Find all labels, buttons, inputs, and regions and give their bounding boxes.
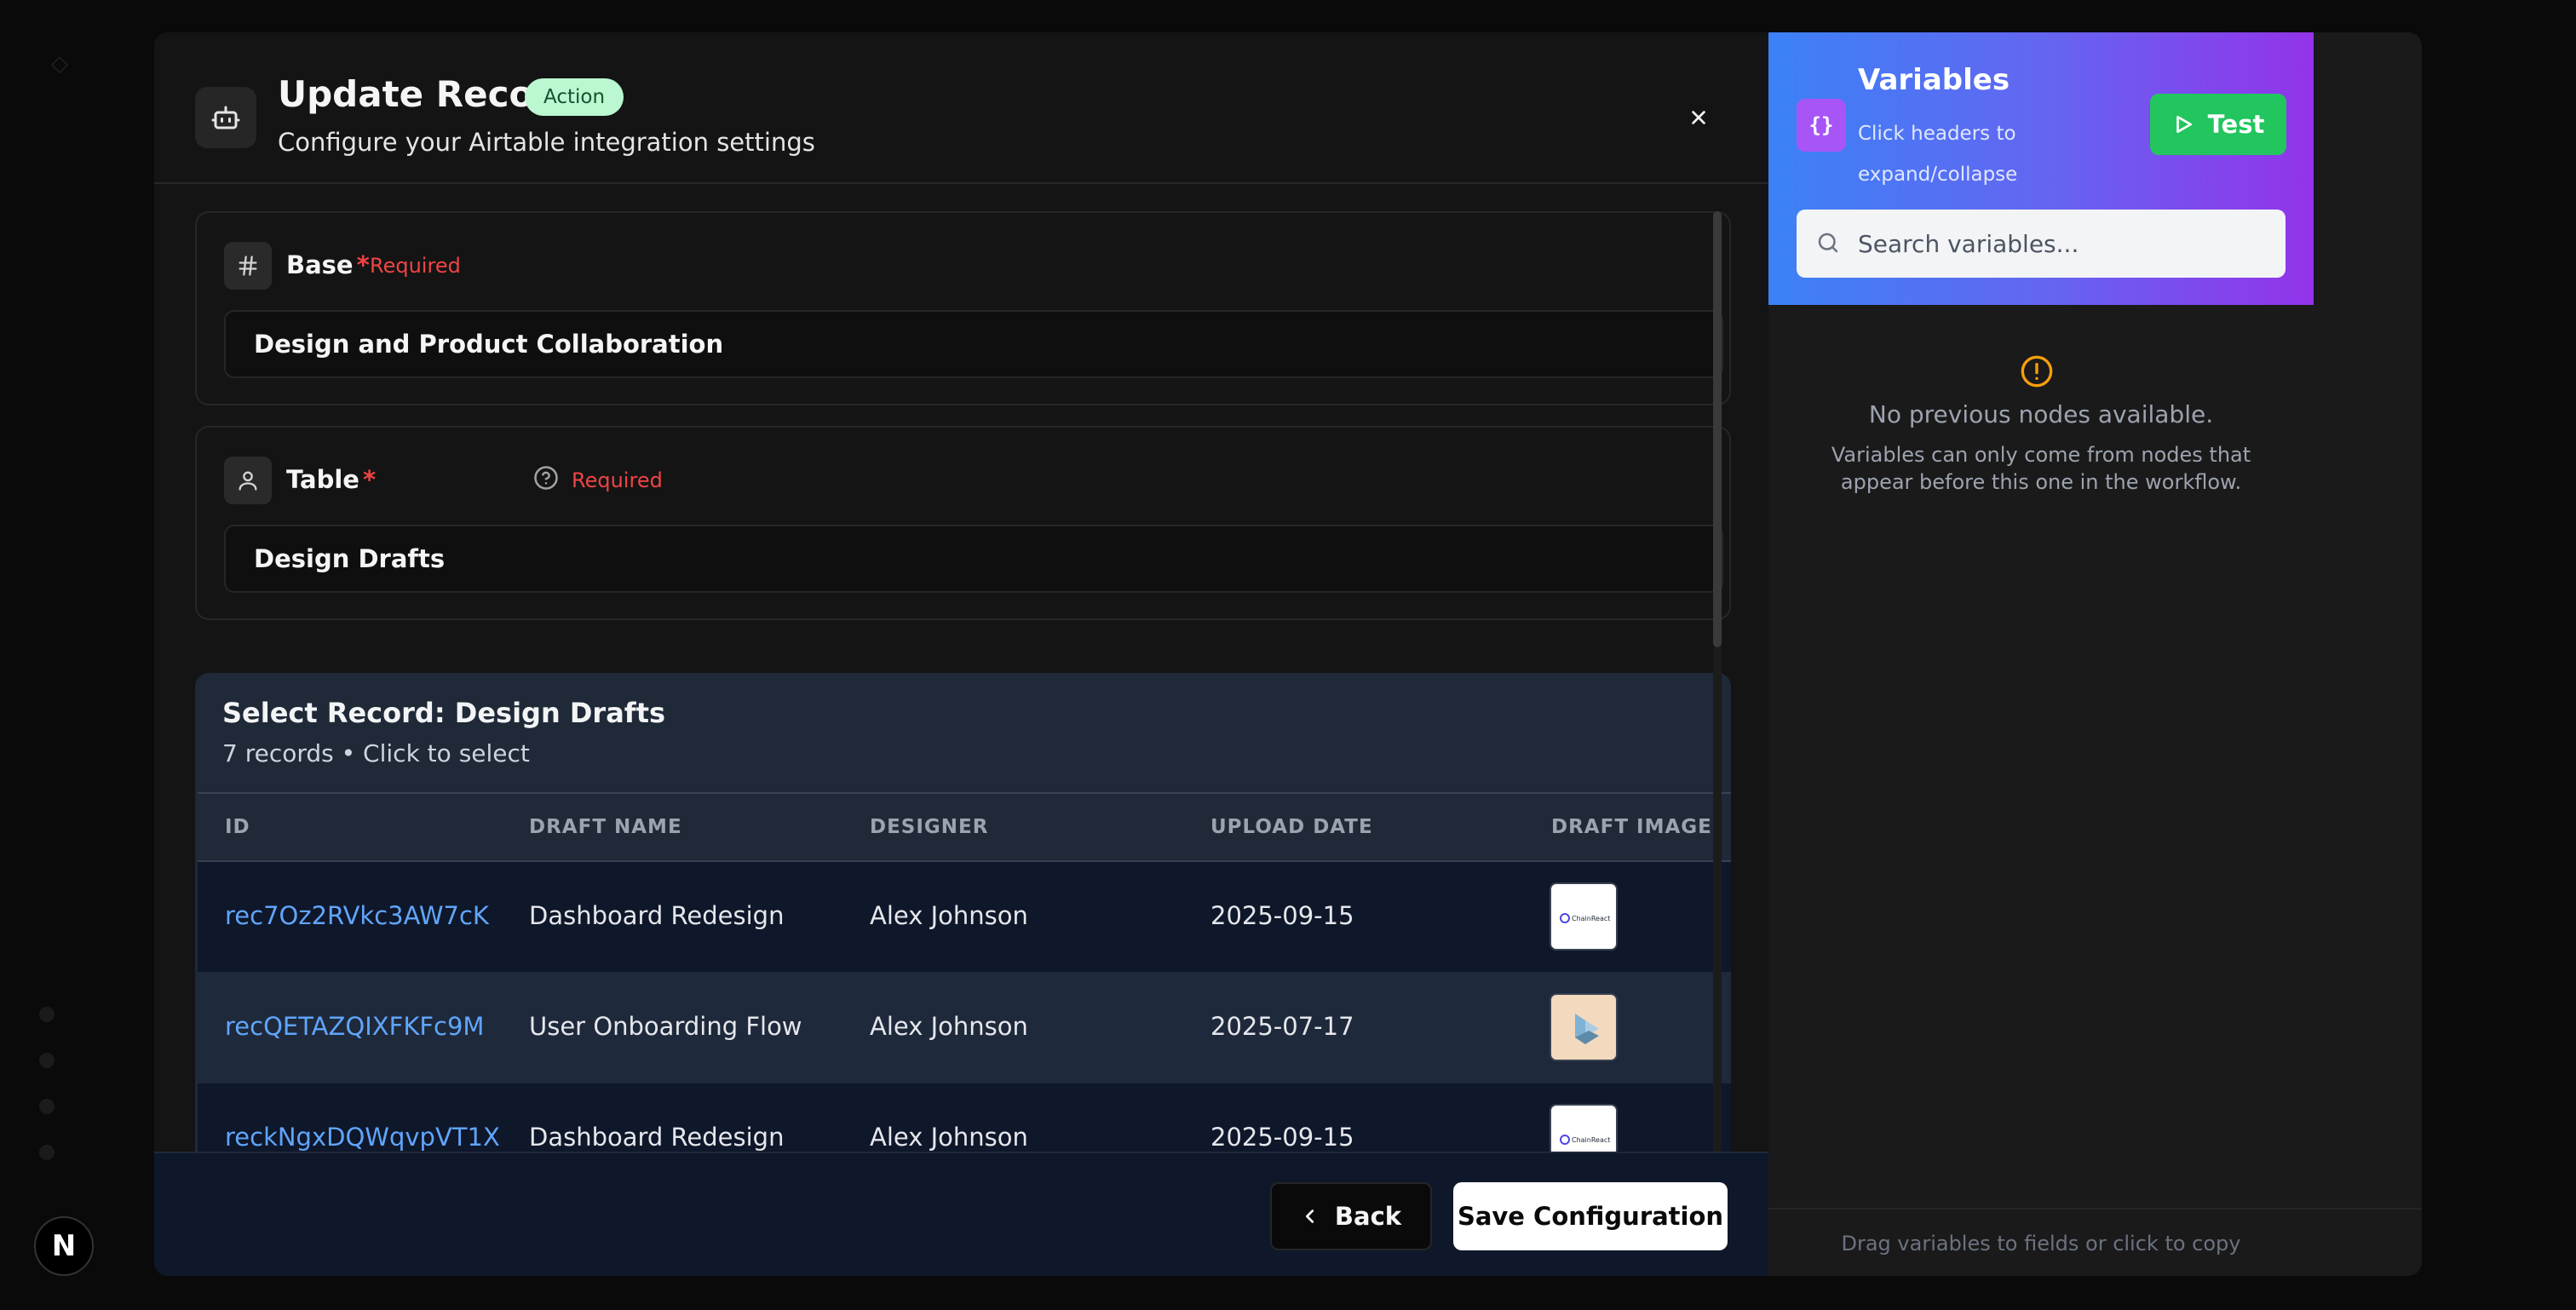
upload-date: 2025-09-15 — [1210, 901, 1354, 930]
search-icon — [1818, 233, 1838, 253]
background-app-icon: ◇ — [51, 51, 68, 77]
records-table: ID DRAFT NAME DESIGNER UPLOAD DATE DRAFT… — [198, 792, 1731, 1157]
record-id[interactable]: rec7Oz2RVkc3AW7cK — [225, 901, 489, 930]
table-row[interactable]: recQETAZQIXFKFc9M User Onboarding Flow A… — [198, 973, 1731, 1083]
robot-icon — [195, 87, 256, 148]
draft-image-thumbnail[interactable]: ChainReact — [1550, 882, 1618, 951]
background-sidebar-dot — [39, 1053, 55, 1068]
close-icon — [1692, 111, 1705, 124]
upload-date: 2025-07-17 — [1210, 1012, 1354, 1041]
config-pane: Update Record Action Configure your Airt… — [154, 32, 1768, 1276]
base-select[interactable]: Design and Product Collaboration — [224, 310, 1723, 378]
draft-name: Dashboard Redesign — [529, 1123, 785, 1152]
empty-state-title: No previous nodes available. — [1868, 400, 2214, 428]
base-label: Base * — [286, 250, 370, 279]
record-id[interactable]: recQETAZQIXFKFc9M — [225, 1012, 484, 1041]
alert-circle-icon — [2021, 355, 2053, 388]
modal-subtitle: Configure your Airtable integration sett… — [278, 128, 815, 157]
background-sidebar-dot — [39, 1099, 55, 1114]
draft-image-thumbnail[interactable] — [1550, 993, 1618, 1061]
column-header-upload-date: UPLOAD DATE — [1210, 816, 1373, 838]
test-button-label: Test — [2207, 110, 2265, 139]
chevron-left-icon — [1305, 1209, 1314, 1223]
user-icon — [224, 457, 272, 504]
designer: Alex Johnson — [870, 1123, 1028, 1152]
draft-name: Dashboard Redesign — [529, 901, 785, 930]
modal-header: Update Record Action Configure your Airt… — [154, 32, 1768, 184]
help-circle-icon[interactable] — [533, 465, 559, 491]
draft-name: User Onboarding Flow — [529, 1012, 802, 1041]
variables-search — [1797, 210, 2286, 278]
table-header: ID DRAFT NAME DESIGNER UPLOAD DATE DRAFT… — [198, 792, 1731, 862]
column-header-draft-name: DRAFT NAME — [529, 816, 682, 838]
svg-text:ChainReact: ChainReact — [1572, 1136, 1610, 1144]
table-row[interactable]: reckNgxDQWqvpVT1X Dashboard Redesign Ale… — [198, 1083, 1731, 1157]
column-header-id: ID — [225, 816, 250, 838]
column-header-draft-image: DRAFT IMAGE — [1551, 816, 1712, 838]
record-panel-title: Select Record: Design Drafts — [222, 697, 666, 729]
background-sidebar-dot — [39, 1145, 55, 1160]
table-label: Table * — [286, 465, 377, 494]
table-select[interactable]: Design Drafts — [224, 525, 1723, 593]
draft-image-thumbnail[interactable]: ChainReact — [1550, 1104, 1618, 1157]
test-button[interactable]: Test — [2150, 94, 2286, 155]
background-sidebar-dot — [39, 1007, 55, 1022]
record-id[interactable]: reckNgxDQWqvpVT1X — [225, 1123, 500, 1152]
search-input[interactable] — [1858, 210, 2275, 278]
form-scrollbar-track[interactable] — [1713, 647, 1722, 1158]
play-icon — [2176, 115, 2192, 134]
upload-date: 2025-09-15 — [1210, 1123, 1354, 1152]
designer: Alex Johnson — [870, 1012, 1028, 1041]
svg-text:ChainReact: ChainReact — [1572, 915, 1610, 922]
action-badge: Action — [525, 78, 624, 116]
variables-footer: Drag variables to fields or click to cop… — [1768, 1208, 2422, 1276]
config-form: Base * Required Design and Product Collab… — [195, 211, 1731, 1157]
close-button[interactable] — [1682, 101, 1716, 135]
braces-icon: {} — [1797, 99, 1846, 152]
app-logo[interactable]: N — [34, 1216, 94, 1276]
configuration-modal: Update Record Action Configure your Airt… — [154, 32, 2422, 1276]
base-required-text: Required — [370, 254, 461, 278]
designer: Alex Johnson — [870, 901, 1028, 930]
save-configuration-button[interactable]: Save Configuration — [1453, 1182, 1728, 1250]
record-selector: Select Record: Design Drafts 7 records •… — [195, 673, 1731, 1157]
back-button-label: Back — [1334, 1202, 1402, 1231]
column-header-designer: DESIGNER — [870, 816, 989, 838]
variables-title: Variables — [1858, 63, 2010, 97]
hash-icon — [224, 242, 272, 290]
back-button[interactable]: Back — [1270, 1182, 1432, 1250]
variables-hint: Click headers to expand/collapse — [1858, 123, 2018, 186]
variables-footer-text: Drag variables to fields or click to cop… — [1841, 1232, 2241, 1255]
required-star: * — [362, 465, 377, 494]
variables-pane: {} Variables Click headers to expand/col… — [1768, 32, 2422, 1276]
table-field-card: Table * Required Design Drafts — [195, 426, 1731, 620]
record-panel-subtitle: 7 records • Click to select — [222, 739, 530, 767]
table-row[interactable]: rec7Oz2RVkc3AW7cK Dashboard Redesign Ale… — [198, 862, 1731, 973]
form-scrollbar[interactable] — [1713, 211, 1722, 647]
variables-header: {} Variables Click headers to expand/col… — [1768, 32, 2314, 305]
required-star: * — [356, 250, 370, 279]
base-field-card: Base * Required Design and Product Collab… — [195, 211, 1731, 405]
table-required-text: Required — [572, 468, 663, 492]
modal-footer: Back Save Configuration — [154, 1152, 1768, 1276]
empty-state-description: Variables can only come from nodes that … — [1831, 443, 2251, 494]
